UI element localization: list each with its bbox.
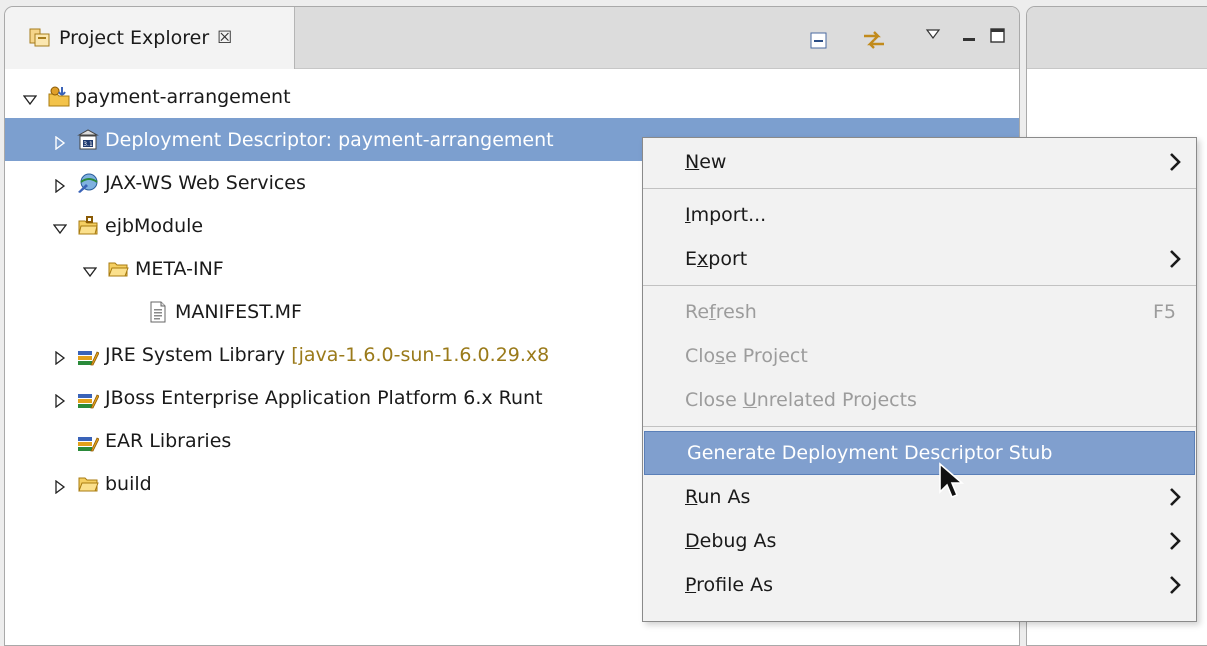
menu-item-label: Generate Deployment Descriptor Stub: [687, 442, 1053, 464]
collapsed-twisty-icon[interactable]: [53, 176, 67, 193]
link-with-editor-icon[interactable]: [861, 27, 887, 58]
expanded-twisty-icon[interactable]: [82, 262, 98, 277]
tree-item-decoration: [java-1.6.0-sun-1.6.0.29.x8: [291, 343, 550, 366]
project-explorer-tab[interactable]: Project Explorer ☒: [5, 7, 295, 69]
menu-item-label: Export: [685, 248, 748, 270]
expanded-twisty-icon[interactable]: [52, 219, 68, 234]
close-icon[interactable]: ☒: [217, 28, 232, 48]
context-menu: New Import... Export Refresh F5 Close Pr…: [642, 137, 1197, 622]
menu-item-label: Close Unrelated Projects: [685, 389, 917, 411]
menu-separator: [643, 188, 1196, 189]
folder-icon: [107, 258, 129, 280]
menu-item-import[interactable]: Import...: [643, 193, 1196, 237]
library-icon: [77, 387, 100, 409]
submenu-arrow-icon: [1168, 575, 1182, 595]
menu-item-debug-as[interactable]: Debug As: [643, 519, 1196, 563]
view-header: Project Explorer ☒: [5, 7, 1019, 69]
source-folder-icon: [77, 215, 99, 237]
menu-item-label: New: [685, 151, 727, 173]
collapse-all-icon[interactable]: [809, 31, 829, 56]
menu-item-label: Profile As: [685, 574, 774, 596]
tree-item-label: JAX-WS Web Services: [105, 171, 306, 194]
menu-item-export[interactable]: Export: [643, 237, 1196, 281]
library-icon: [77, 344, 100, 366]
submenu-arrow-icon: [1168, 152, 1182, 172]
tree-item-label: payment-arrangement: [75, 85, 291, 108]
tree-item-label: META-INF: [135, 257, 224, 280]
collapsed-twisty-icon[interactable]: [53, 391, 67, 408]
menu-separator: [643, 285, 1196, 286]
svg-text:3.1: 3.1: [83, 141, 93, 148]
menu-item-close-unrelated-projects[interactable]: Close Unrelated Projects: [643, 378, 1196, 422]
tree-item-label: MANIFEST.MF: [175, 300, 302, 323]
submenu-arrow-icon: [1168, 249, 1182, 269]
menu-item-label: Run As: [685, 486, 751, 508]
minimize-icon[interactable]: [961, 29, 977, 51]
web-services-icon: [77, 172, 99, 194]
tree-item-label: build: [105, 472, 152, 495]
tree-item-label: JRE System Library: [105, 343, 286, 366]
ejb-project-icon: [47, 86, 70, 108]
expanded-twisty-icon[interactable]: [22, 90, 38, 105]
view-menu-icon[interactable]: [925, 25, 941, 47]
menu-item-new[interactable]: New: [643, 140, 1196, 184]
menu-item-label: Debug As: [685, 530, 777, 552]
collapsed-twisty-icon[interactable]: [53, 477, 67, 494]
submenu-arrow-icon: [1168, 531, 1182, 551]
file-icon: [147, 301, 169, 323]
deployment-descriptor-icon: 3.1: [77, 128, 99, 151]
menu-item-profile-as[interactable]: Profile As: [643, 563, 1196, 607]
menu-item-label: Import...: [685, 204, 767, 226]
collapsed-twisty-icon[interactable]: [53, 348, 67, 365]
submenu-arrow-icon: [1168, 487, 1182, 507]
menu-item-label: Close Project: [685, 345, 808, 367]
view-title: Project Explorer: [59, 27, 210, 49]
menu-item-run-as[interactable]: Run As: [643, 475, 1196, 519]
tree-item-label: Deployment Descriptor: payment-arrangeme…: [105, 128, 554, 151]
tree-item-label: ejbModule: [105, 214, 204, 237]
mouse-pointer-icon: [938, 462, 966, 502]
menu-item-label: Refresh: [685, 301, 757, 323]
tree-item-label: EAR Libraries: [105, 429, 232, 452]
project-explorer-icon: [29, 28, 51, 48]
collapsed-twisty-icon[interactable]: [53, 133, 67, 150]
menu-item-generate-deployment-descriptor-stub[interactable]: Generate Deployment Descriptor Stub: [644, 431, 1195, 475]
library-icon: [77, 430, 100, 452]
maximize-icon[interactable]: [989, 27, 1007, 50]
folder-icon: [77, 473, 99, 495]
menu-item-refresh[interactable]: Refresh F5: [643, 290, 1196, 334]
tree-item-payment-arrangement[interactable]: payment-arrangement: [5, 75, 1019, 118]
tree-item-label: JBoss Enterprise Application Platform 6.…: [105, 386, 543, 409]
menu-item-close-project[interactable]: Close Project: [643, 334, 1196, 378]
editor-area-header: [1027, 7, 1207, 69]
menu-separator: [643, 426, 1196, 427]
menu-accelerator: F5: [1152, 301, 1176, 323]
